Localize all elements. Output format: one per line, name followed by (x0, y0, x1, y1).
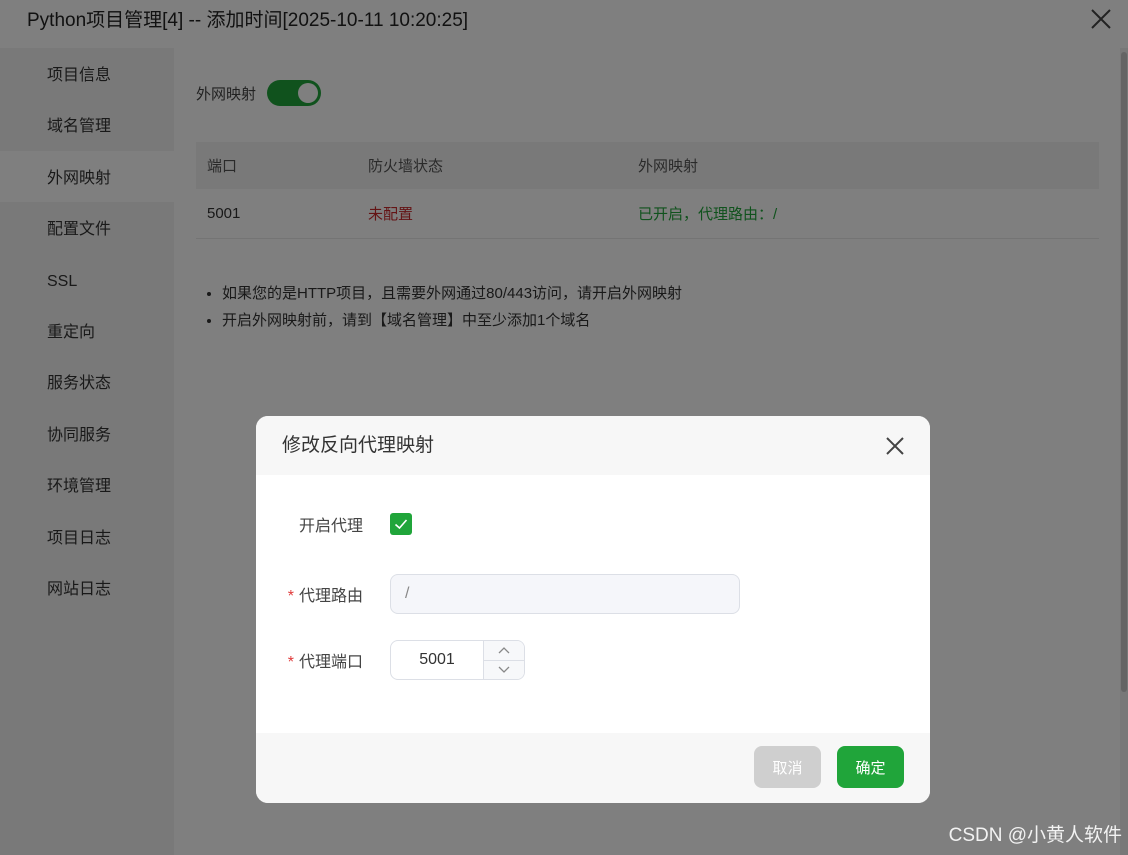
proxy-port-row: * 代理端口 5001 (256, 640, 525, 680)
proxy-route-label-text: 代理路由 (298, 588, 363, 605)
port-increment-button[interactable] (484, 641, 524, 660)
port-decrement-button[interactable] (484, 659, 524, 679)
required-mark: * (287, 588, 294, 605)
cancel-button[interactable]: 取消 (754, 746, 821, 788)
proxy-port-stepper: 5001 (390, 640, 525, 680)
required-mark: * (287, 654, 294, 671)
watermark: CSDN @小黄人软件 (948, 825, 1122, 846)
chevron-up-icon (498, 647, 510, 654)
proxy-route-row: * 代理路由 / (256, 574, 740, 614)
proxy-route-input[interactable]: / (390, 574, 740, 614)
enable-proxy-checkbox[interactable] (390, 513, 412, 535)
check-icon (394, 519, 408, 530)
proxy-route-label: * 代理路由 (256, 582, 390, 606)
dialog-close-icon[interactable] (884, 435, 906, 457)
chevron-down-icon (498, 666, 510, 673)
proxy-port-label: * 代理端口 (256, 648, 390, 672)
dialog-title: 修改反向代理映射 (282, 435, 435, 456)
dialog-footer: 取消 确定 (256, 733, 930, 803)
enable-proxy-row: 开启代理 (256, 512, 412, 536)
dialog-header: 修改反向代理映射 (256, 416, 930, 475)
proxy-port-label-text: 代理端口 (298, 654, 363, 671)
stepper-buttons (484, 641, 524, 679)
proxy-port-input[interactable]: 5001 (391, 641, 484, 679)
reverse-proxy-dialog: 修改反向代理映射 开启代理 * 代理路由 / * 代理端口 5001 取消 确定 (256, 416, 930, 803)
enable-proxy-label: 开启代理 (256, 512, 390, 536)
confirm-button[interactable]: 确定 (837, 746, 904, 788)
enable-proxy-label-text: 开启代理 (298, 518, 363, 535)
